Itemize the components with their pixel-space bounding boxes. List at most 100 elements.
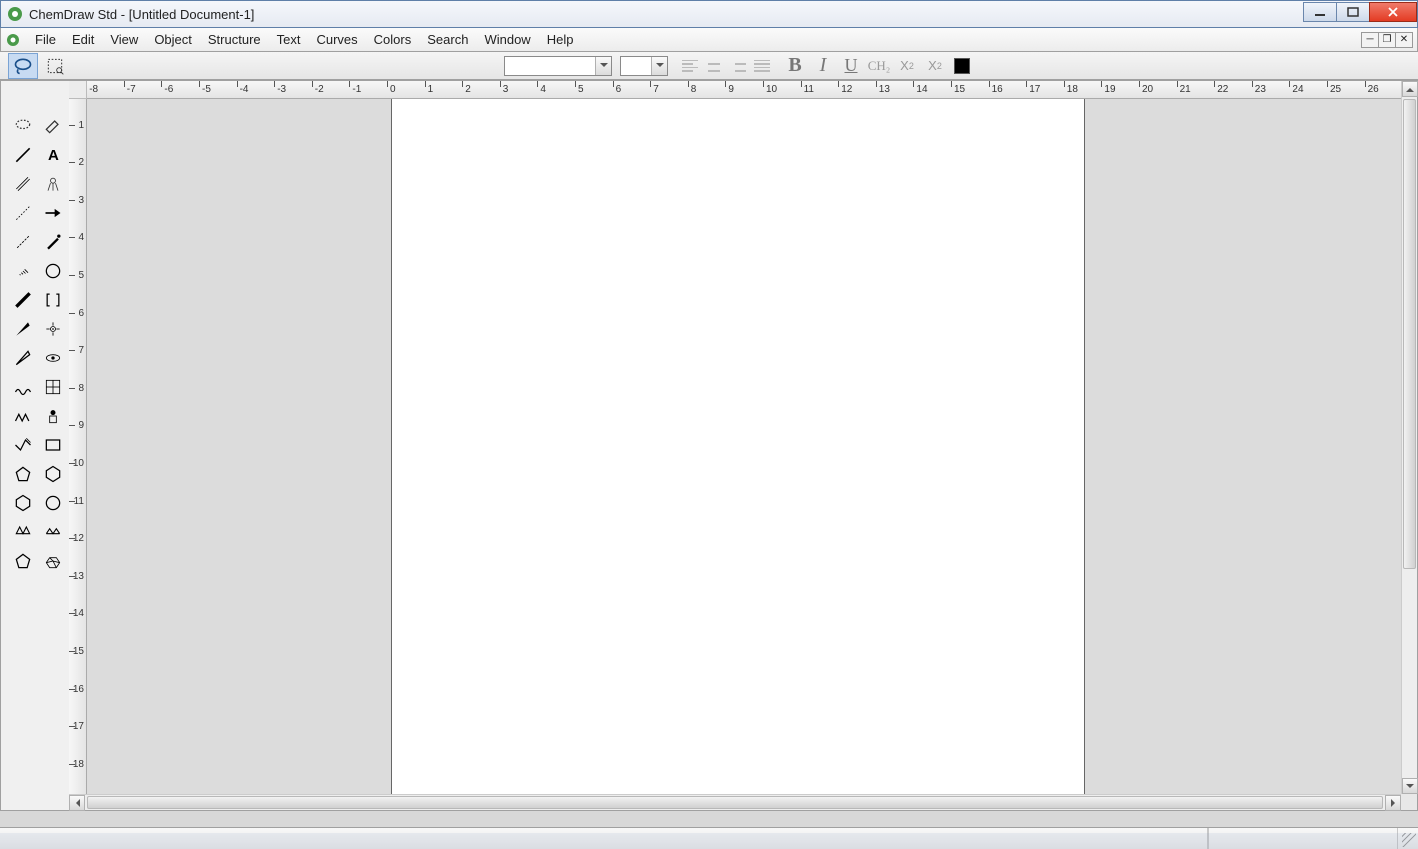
benzene-tool[interactable] xyxy=(38,459,68,488)
ruler-tick-label: -6 xyxy=(164,84,173,95)
menu-file[interactable]: File xyxy=(27,30,64,49)
menu-window[interactable]: Window xyxy=(476,30,538,49)
chain-tool[interactable] xyxy=(8,401,38,430)
maximize-button[interactable] xyxy=(1336,2,1370,22)
template-tool[interactable] xyxy=(38,401,68,430)
hollow-wedge-tool[interactable] xyxy=(8,343,38,372)
menu-object[interactable]: Object xyxy=(146,30,200,49)
marquee-tool[interactable] xyxy=(40,53,70,79)
cyclohexane-alt-tool[interactable] xyxy=(38,488,68,517)
menu-text[interactable]: Text xyxy=(269,30,309,49)
multiple-bonds-tool[interactable] xyxy=(8,169,38,198)
atom-reaction-tool[interactable] xyxy=(38,314,68,343)
ruler-tick-label: 18 xyxy=(1067,84,1078,95)
vertical-ruler[interactable]: 123456789101112131415161718 xyxy=(69,99,87,794)
eraser-tool[interactable] xyxy=(38,111,68,140)
underline-button[interactable]: U xyxy=(838,55,864,77)
scroll-up-button[interactable] xyxy=(1402,81,1418,97)
vertical-scrollbar[interactable] xyxy=(1401,81,1417,794)
mdi-minimize-button[interactable]: ─ xyxy=(1361,32,1379,48)
scroll-right-button[interactable] xyxy=(1385,795,1401,811)
bold-bond-tool[interactable] xyxy=(8,285,38,314)
menu-help[interactable]: Help xyxy=(539,30,582,49)
bracket-tool[interactable] xyxy=(38,285,68,314)
menu-structure[interactable]: Structure xyxy=(200,30,269,49)
ruler-tick-label: 17 xyxy=(1029,84,1040,95)
mdi-close-button[interactable]: ✕ xyxy=(1395,32,1413,48)
text-tool[interactable]: A xyxy=(38,140,68,169)
ruler-tick-label: 22 xyxy=(1217,84,1228,95)
horizontal-scrollbar[interactable] xyxy=(69,794,1401,810)
resize-grip[interactable] xyxy=(1398,828,1418,849)
ruler-tick-label: 16 xyxy=(73,684,84,695)
mdi-restore-button[interactable]: ❐ xyxy=(1378,32,1396,48)
ruler-tick-label: 23 xyxy=(1255,84,1266,95)
cyclopentane-tool[interactable] xyxy=(8,546,38,575)
cyclohexane-tool[interactable] xyxy=(8,488,38,517)
menu-view[interactable]: View xyxy=(102,30,146,49)
solid-bond-tool[interactable] xyxy=(8,140,38,169)
ruler-tick-label: 20 xyxy=(1142,84,1153,95)
lasso-tool[interactable] xyxy=(8,53,38,79)
app-icon xyxy=(7,6,23,22)
chem-symbol-tool[interactable] xyxy=(38,169,68,198)
vertical-scroll-thumb[interactable] xyxy=(1403,99,1416,569)
ruler-tick-label: -2 xyxy=(315,84,324,95)
wedge-bond-tool[interactable] xyxy=(8,314,38,343)
horizontal-ruler[interactable]: -8-7-6-5-4-3-2-1012345678910111213141516… xyxy=(87,81,1401,99)
dashed-bond-tool[interactable] xyxy=(8,198,38,227)
ruler-tick-label: -4 xyxy=(240,84,249,95)
italic-button[interactable]: I xyxy=(810,55,836,77)
align-left-button[interactable] xyxy=(678,55,702,77)
ruler-tick-label: 15 xyxy=(73,646,84,657)
dropdown-icon[interactable] xyxy=(595,57,611,75)
circle-tool[interactable] xyxy=(38,256,68,285)
subscript-button[interactable]: X2 xyxy=(894,55,920,77)
chair-cyclohexane-tool[interactable] xyxy=(38,546,68,575)
menu-colors[interactable]: Colors xyxy=(366,30,420,49)
scrollbar-corner xyxy=(1401,794,1417,810)
ruler-tick-label: 14 xyxy=(73,608,84,619)
wavy-bond-tool[interactable] xyxy=(8,372,38,401)
lasso-structure-tool[interactable] xyxy=(8,111,38,140)
document-page[interactable] xyxy=(391,99,1085,794)
cycloheptane-ring-tool[interactable] xyxy=(38,517,68,546)
align-right-button[interactable] xyxy=(726,55,750,77)
orbital-tool[interactable] xyxy=(38,343,68,372)
rectangle-tool[interactable] xyxy=(38,430,68,459)
menu-search[interactable]: Search xyxy=(419,30,476,49)
dropdown-icon[interactable] xyxy=(651,57,667,75)
superscript-button[interactable]: X2 xyxy=(922,55,948,77)
table-tool[interactable] xyxy=(38,372,68,401)
scroll-left-button[interactable] xyxy=(69,795,85,811)
ruler-tick-label: 16 xyxy=(992,84,1003,95)
status-message xyxy=(0,828,1208,849)
close-button[interactable] xyxy=(1369,2,1417,22)
align-center-button[interactable] xyxy=(702,55,726,77)
minimize-button[interactable] xyxy=(1303,2,1337,22)
acyclic-chain-tool[interactable] xyxy=(8,430,38,459)
tool-palette: A xyxy=(8,111,68,575)
ruler-tick-label: 7 xyxy=(653,84,659,95)
scroll-down-button[interactable] xyxy=(1402,778,1418,794)
ruler-tick-label: 21 xyxy=(1180,84,1191,95)
ruler-tick-label: 25 xyxy=(1330,84,1341,95)
hashed-wedge-tool[interactable] xyxy=(8,256,38,285)
pen-tool[interactable] xyxy=(38,227,68,256)
cyclopentadiene-tool[interactable] xyxy=(8,459,38,488)
font-size-combo[interactable] xyxy=(620,56,668,76)
bold-button[interactable]: B xyxy=(782,55,808,77)
canvas-viewport[interactable] xyxy=(87,99,1401,794)
arrow-tool[interactable] xyxy=(38,198,68,227)
formula-button[interactable]: CH₂ xyxy=(866,55,892,77)
font-name-combo[interactable] xyxy=(504,56,612,76)
ruler-tick-label: -1 xyxy=(352,84,361,95)
menu-curves[interactable]: Curves xyxy=(308,30,365,49)
ruler-tick-label: 13 xyxy=(879,84,890,95)
cyclopropane-ring-tool[interactable] xyxy=(8,517,38,546)
horizontal-scroll-thumb[interactable] xyxy=(87,796,1383,809)
menu-edit[interactable]: Edit xyxy=(64,30,102,49)
align-justify-button[interactable] xyxy=(750,55,774,77)
text-color-swatch[interactable] xyxy=(954,58,970,74)
hashed-bond-tool[interactable] xyxy=(8,227,38,256)
